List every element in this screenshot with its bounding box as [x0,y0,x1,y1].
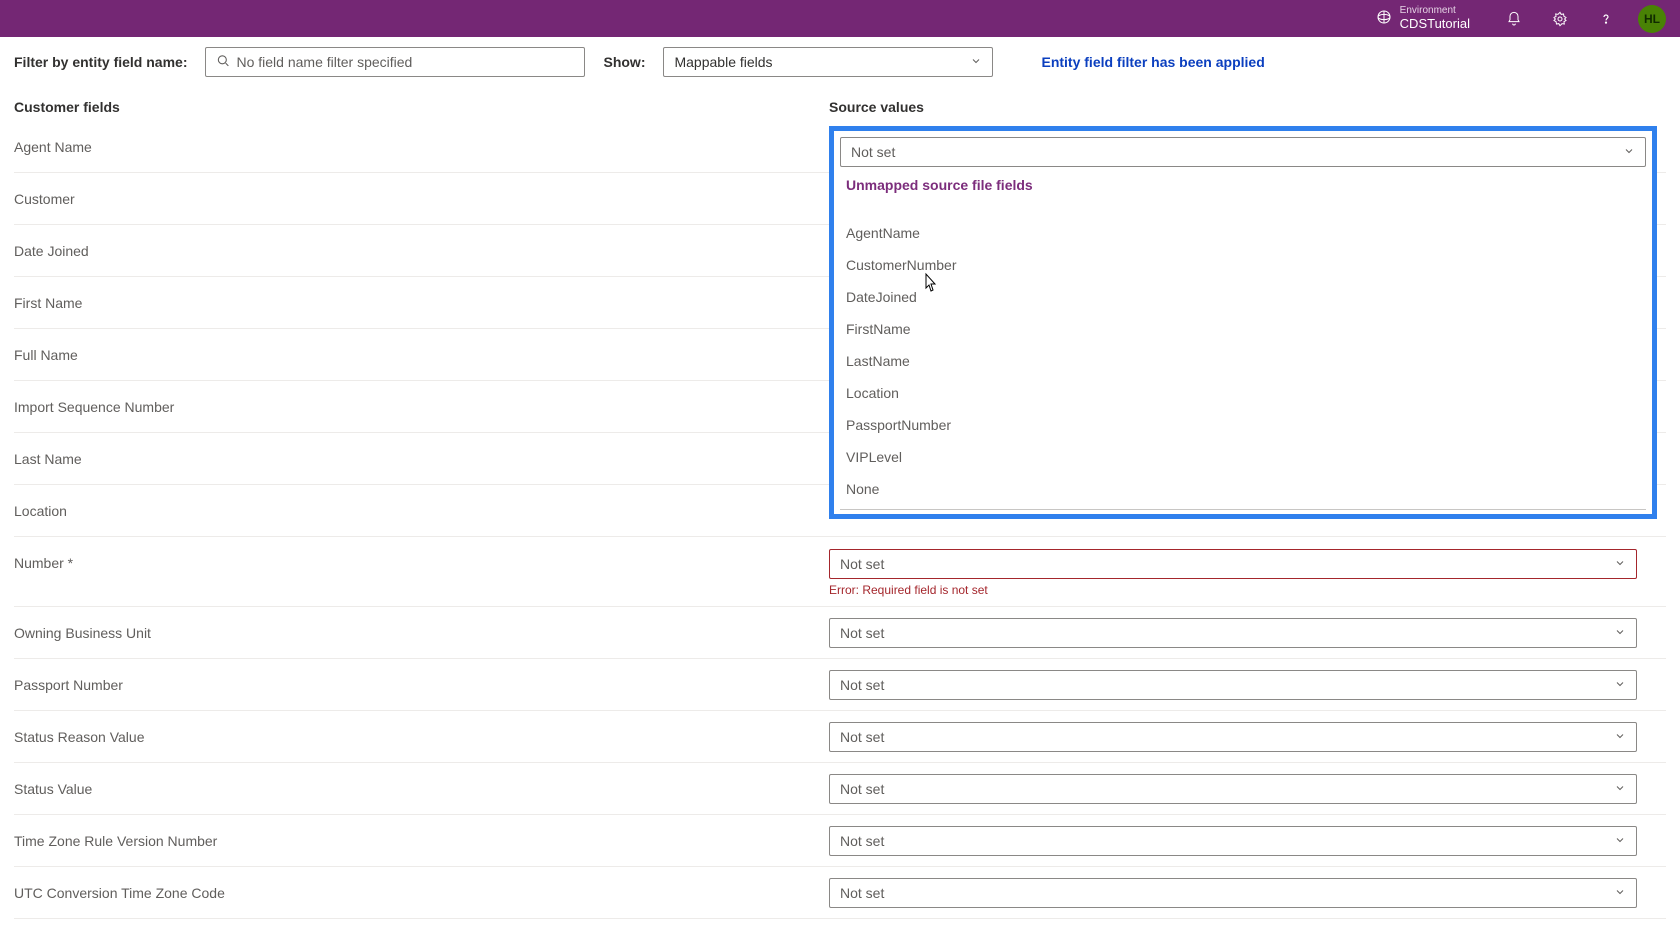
source-select-value: Not set [840,833,884,849]
filter-by-label: Filter by entity field name: [14,54,187,70]
source-select-value: Not set [840,729,884,745]
dropdown-option[interactable]: FirstName [840,313,1646,345]
field-error-message: Error: Required field is not set [829,583,1666,597]
field-label: Status Value [14,781,829,797]
source-cell: Not set [829,878,1666,908]
gear-icon[interactable] [1546,5,1574,33]
environment-icon [1376,9,1392,28]
source-select-value: Not set [840,781,884,797]
chevron-down-icon [1614,625,1626,641]
source-cell: Not set [829,618,1666,648]
chevron-down-icon [1614,556,1626,572]
environment-indicator[interactable]: Environment CDSTutorial [1376,6,1470,30]
dropdown-separator [840,509,1646,510]
dropdown-option[interactable]: VIPLevel [840,441,1646,473]
chevron-down-icon [1623,144,1635,160]
source-select[interactable]: Not set [829,826,1637,856]
source-cell: Not set [829,774,1666,804]
field-label: Full Name [14,347,829,363]
field-label: Time Zone Rule Version Number [14,833,829,849]
dropdown-option[interactable]: LastName [840,345,1646,377]
filter-input-wrap [205,47,585,77]
help-icon[interactable] [1592,5,1620,33]
source-select[interactable]: Not set [829,878,1637,908]
source-dropdown-value: Not set [851,144,895,160]
show-select[interactable]: Mappable fields [663,47,993,77]
field-row: Number * Not set Error: Required field is … [14,537,1666,607]
field-row: UTC Conversion Time Zone Code Not set [14,867,1666,919]
show-label: Show: [603,54,645,70]
source-select[interactable]: Not set [829,774,1637,804]
source-select-value: Not set [840,885,884,901]
field-label: Import Sequence Number [14,399,829,415]
filter-input[interactable] [205,47,585,77]
chevron-down-icon [1614,833,1626,849]
field-label: First Name [14,295,829,311]
field-label: Owning Business Unit [14,625,829,641]
source-select[interactable]: Not set [829,618,1637,648]
dropdown-section-title: Unmapped source file fields [840,167,1646,197]
field-row: Passport Number Not set [14,659,1666,711]
filter-bar: Filter by entity field name: Show: Mappa… [0,37,1680,81]
dropdown-option[interactable]: DateJoined [840,281,1646,313]
source-cell: Not set [829,722,1666,752]
chevron-down-icon [1614,677,1626,693]
source-select[interactable]: Not set [829,549,1637,579]
field-label: Agent Name [14,139,829,155]
column-headers: Customer fields Source values [0,81,1680,121]
field-row: Status Reason Value Not set [14,711,1666,763]
source-values-header: Source values [829,99,1666,115]
source-cell: Not set Error: Required field is not set [829,549,1666,597]
field-row: Owning Business Unit Not set [14,607,1666,659]
environment-name: CDSTutorial [1400,17,1470,31]
source-select-value: Not set [840,625,884,641]
field-label: Passport Number [14,677,829,693]
notifications-icon[interactable] [1500,5,1528,33]
chevron-down-icon [1614,729,1626,745]
app-top-bar: Environment CDSTutorial HL [0,0,1680,37]
source-dropdown-open: Not set Unmapped source file fields Agen… [829,126,1657,519]
dropdown-option[interactable]: AgentName [840,217,1646,249]
dropdown-option[interactable]: CustomerNumber [840,249,1646,281]
filter-applied-message: Entity field filter has been applied [1041,54,1264,70]
field-row: Time Zone Rule Version Number Not set [14,815,1666,867]
field-label: Number * [14,549,829,571]
source-select[interactable]: Not set [829,670,1637,700]
source-cell: Not set [829,670,1666,700]
field-label: Last Name [14,451,829,467]
field-label: UTC Conversion Time Zone Code [14,885,829,901]
dropdown-option[interactable]: PassportNumber [840,409,1646,441]
source-select-value: Not set [840,556,884,572]
field-label: Date Joined [14,243,829,259]
field-label: Location [14,503,829,519]
avatar[interactable]: HL [1638,5,1666,33]
field-row: Status Value Not set [14,763,1666,815]
source-dropdown-select[interactable]: Not set [840,137,1646,167]
show-select-value: Mappable fields [674,54,772,70]
source-select-value: Not set [840,677,884,693]
chevron-down-icon [1614,885,1626,901]
source-select[interactable]: Not set [829,722,1637,752]
customer-fields-header: Customer fields [14,99,829,115]
chevron-down-icon [970,54,982,70]
dropdown-option[interactable]: Location [840,377,1646,409]
source-cell: Not set [829,826,1666,856]
field-label: Status Reason Value [14,729,829,745]
dropdown-option[interactable]: None [840,473,1646,505]
chevron-down-icon [1614,781,1626,797]
search-icon [215,53,231,72]
field-label: Customer [14,191,829,207]
